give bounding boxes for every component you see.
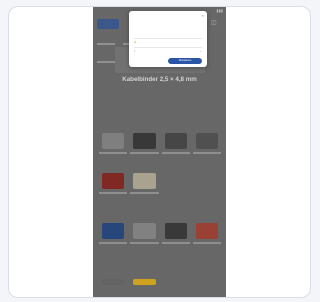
cookie-consent-dialog: × ● ▪ ⌄ Akzeptieren bbox=[129, 11, 207, 67]
cookie-icon: ● bbox=[134, 40, 137, 44]
consent-option-necessary[interactable]: ● bbox=[134, 38, 202, 46]
chevron-down-icon[interactable]: ⌄ bbox=[199, 49, 202, 53]
phone-screenshot: ▮▮▮ ⌕ ◫ ≡ Kabelbinder 2,5 × 4,8 mm bbox=[93, 7, 226, 297]
accept-button[interactable]: Akzeptieren bbox=[168, 58, 202, 64]
dialog-footer: Akzeptieren bbox=[134, 58, 202, 64]
close-icon[interactable]: × bbox=[202, 13, 204, 18]
chart-icon: ▪ bbox=[134, 49, 136, 53]
consent-option-statistics[interactable]: ▪ ⌄ bbox=[134, 47, 202, 55]
dialog-body bbox=[134, 21, 202, 33]
settings-button[interactable] bbox=[134, 58, 164, 64]
preview-card: ▮▮▮ ⌕ ◫ ≡ Kabelbinder 2,5 × 4,8 mm bbox=[8, 6, 311, 298]
